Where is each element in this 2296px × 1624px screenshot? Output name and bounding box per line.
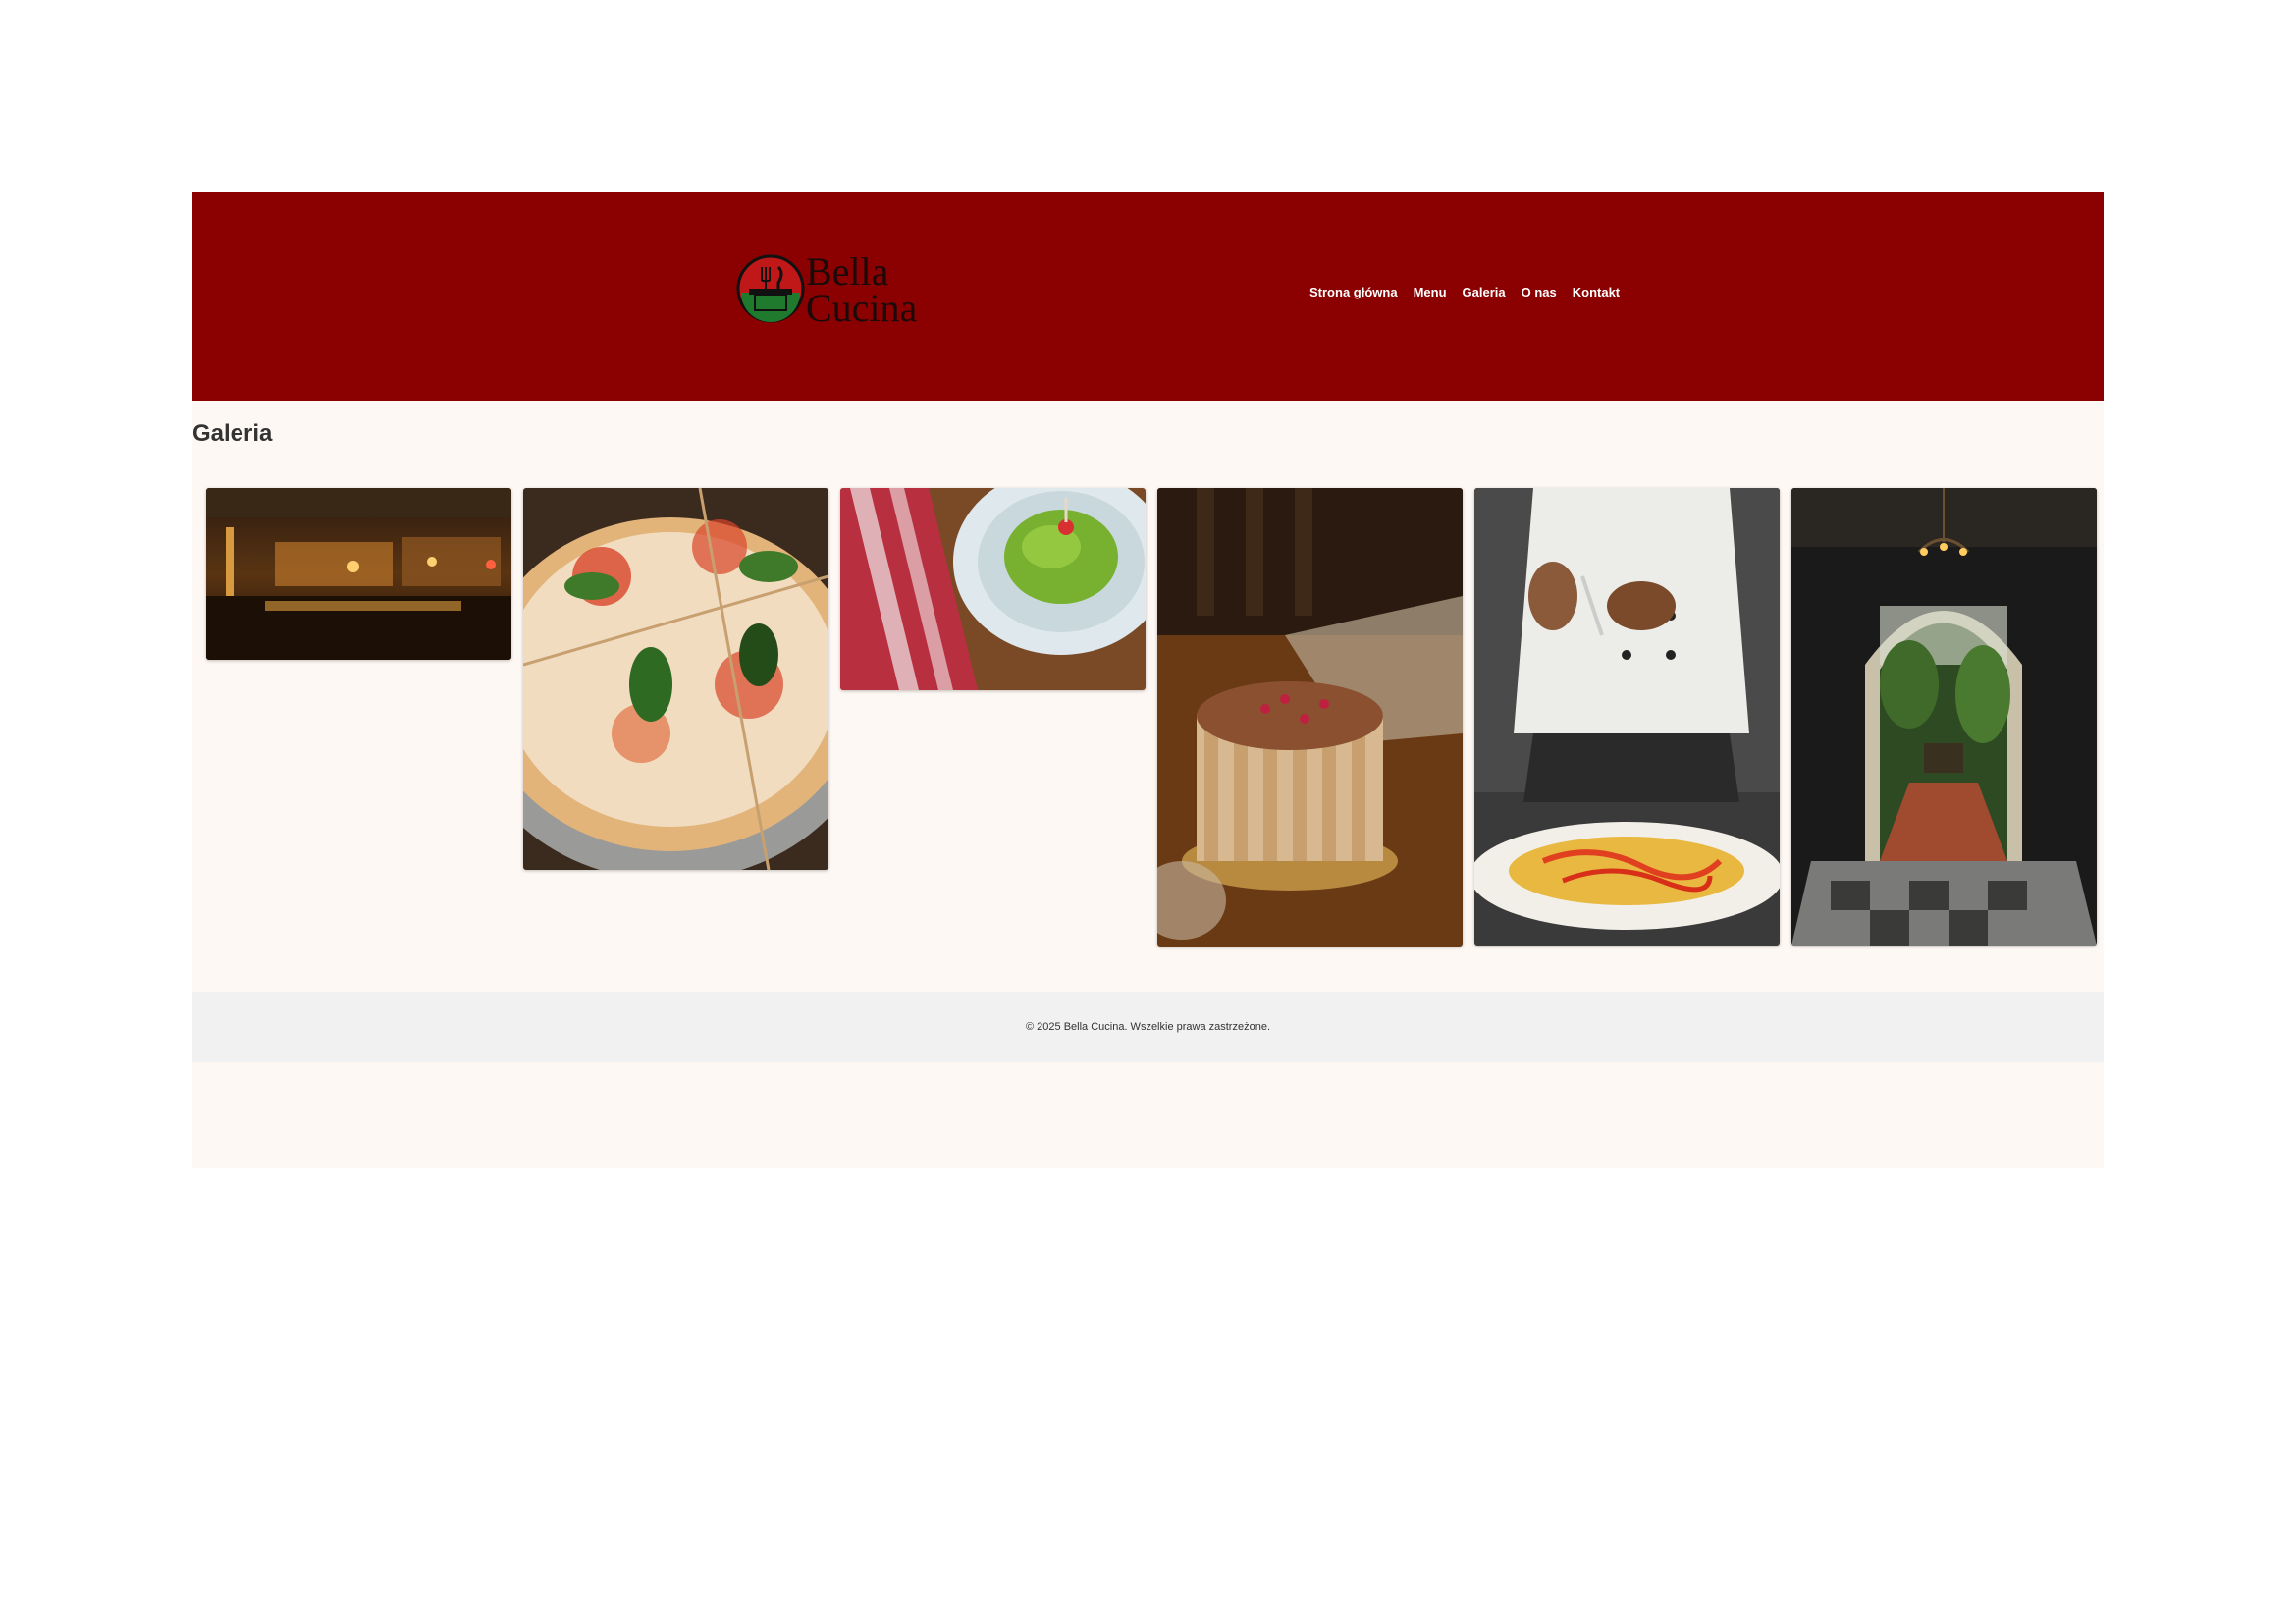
nav-link-menu[interactable]: Menu — [1414, 285, 1447, 299]
gallery-photo-restaurant-interior[interactable] — [206, 488, 511, 660]
fork-knife-table-emblem-icon — [736, 254, 805, 323]
nav-link-home[interactable]: Strona główna — [1309, 285, 1398, 299]
gallery-photo-charlotte-cake[interactable] — [1157, 488, 1463, 947]
main-nav: Strona główna Menu Galeria O nas Kontakt — [1309, 285, 1620, 299]
gallery-photo-garden-courtyard[interactable] — [1791, 488, 2097, 946]
copyright-text: © 2025 Bella Cucina. Wszelkie prawa zast… — [1026, 1021, 1270, 1033]
page-title: Galeria — [192, 420, 273, 447]
gallery-photo-green-pasta[interactable] — [840, 488, 1146, 690]
brand-name: Bella Cucina — [806, 249, 918, 330]
gallery-photo-margherita-pizza[interactable] — [523, 488, 828, 870]
brand-name-line1: Bella — [806, 249, 889, 294]
nav-link-about[interactable]: O nas — [1522, 285, 1557, 299]
nav-link-contact[interactable]: Kontakt — [1573, 285, 1620, 299]
site-footer: © 2025 Bella Cucina. Wszelkie prawa zast… — [192, 992, 2104, 1062]
page-container: Bella Cucina Strona główna Menu Galeria … — [192, 192, 2104, 1168]
brand-logo[interactable]: Bella Cucina — [735, 249, 932, 332]
gallery-photo-chef-preparing-pizza[interactable] — [1474, 488, 1780, 946]
site-header: Bella Cucina Strona główna Menu Galeria … — [192, 192, 2104, 401]
brand-name-line2: Cucina — [806, 286, 918, 330]
nav-link-gallery[interactable]: Galeria — [1463, 285, 1506, 299]
